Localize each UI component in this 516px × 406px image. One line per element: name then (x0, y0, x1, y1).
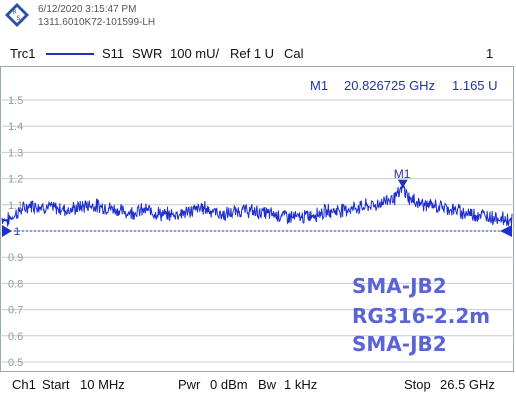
reference-label: 1 (14, 226, 20, 238)
y-tick-label: 1.4 (8, 121, 23, 133)
marker-triangle[interactable] (397, 179, 408, 188)
start-frequency[interactable]: 10 MHz (80, 377, 125, 392)
reference-right-arrow (500, 225, 512, 237)
power-label: Pwr (178, 377, 201, 392)
annotation-line: RG316-2.2m (352, 304, 491, 328)
start-label: Start (42, 377, 70, 392)
annotation-line: SMA-JB2 (352, 332, 447, 356)
y-tick-label: 1.3 (8, 147, 23, 159)
marker-label: M1 (394, 167, 411, 181)
y-tick-label: 0.8 (8, 278, 23, 290)
bandwidth-value[interactable]: 1 kHz (284, 377, 317, 392)
y-tick-label: 0.7 (8, 305, 23, 317)
y-tick-label: 0.6 (8, 331, 23, 343)
y-tick-label: 0.9 (8, 252, 23, 264)
marker-m1[interactable]: M1 (394, 167, 411, 188)
bandwidth-label: Bw (258, 377, 277, 392)
annotation-line: SMA-JB2 (352, 274, 447, 298)
y-tick-label: 0.5 (8, 357, 23, 369)
stop-frequency[interactable]: 26.5 GHz (440, 377, 495, 392)
y-tick-label: 1.2 (8, 174, 23, 186)
marker-value: 1.165 U (452, 78, 498, 93)
channel-label[interactable]: Ch1 (12, 377, 36, 392)
marker-name[interactable]: M1 (310, 78, 328, 93)
stop-label: Stop (404, 377, 431, 392)
power-value[interactable]: 0 dBm (210, 377, 248, 392)
reference-left-arrow (2, 225, 12, 237)
marker-frequency[interactable]: 20.826725 GHz (344, 78, 435, 93)
y-tick-label: 1.5 (8, 95, 23, 107)
